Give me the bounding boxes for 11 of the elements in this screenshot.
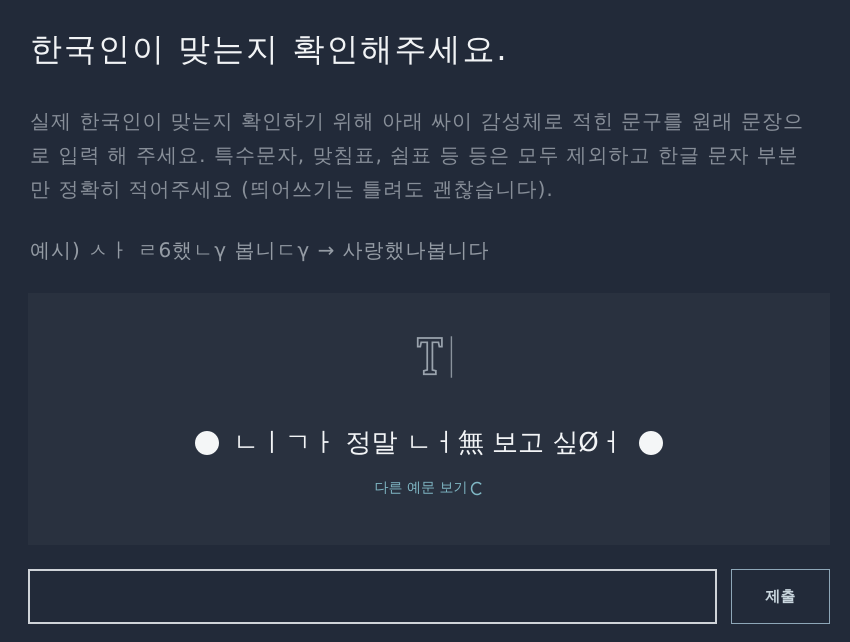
refresh-link[interactable]: 다른 예문 보기 [374,478,484,498]
example-text: 예시) ㅅㅏ ㄹ6했ㄴγ 봅니ㄷγ → 사랑했나봅니다 [30,237,490,264]
page-title: 한국인이 맞는지 확인해주세요. [30,29,509,70]
circle-icon [638,431,663,455]
text-cursor-icon [416,335,454,379]
answer-input[interactable] [28,569,717,624]
refresh-icon [470,480,484,496]
submit-button[interactable]: 제출 [731,569,830,624]
captcha-text: ㄴㅣㄱㅏ 정말 ㄴㅓ無 보고 싶Øㅓ [233,427,625,460]
circle-icon [195,431,220,455]
instructions-text: 실제 한국인이 맞는지 확인하기 위해 아래 싸이 감성체로 적힌 문구를 원래 문장으로 입력 해 주세요. 특수문자, 맞침표, 쉼표 등 등은 모두 제외하고 한글 문자 부분만 정확히 적어주세요 (띄어쓰기는 틀려도 괜찮습니다). [30,108,805,203]
